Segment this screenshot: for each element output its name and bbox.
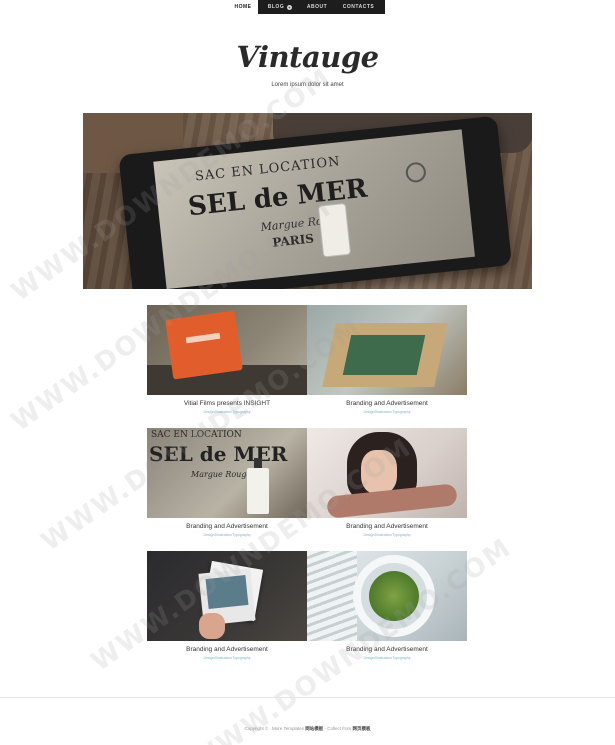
footer-divider [0, 697, 615, 698]
screen-bottle [318, 203, 350, 257]
portfolio-thumbnail[interactable]: SAC EN LOCATION SEL de MER Margue Rouge [147, 428, 307, 518]
portfolio-thumbnail[interactable] [307, 305, 467, 395]
thumb-photo-image [205, 574, 249, 610]
portfolio-categories[interactable]: Design/Illustration/Typography [307, 655, 467, 661]
portfolio-title[interactable]: Branding and Advertisement [147, 522, 307, 531]
top-bar: HOME BLOG + ABOUT CONTACTS [0, 0, 615, 14]
portfolio-title[interactable]: Vitial Films presents INSIGHT [147, 399, 307, 408]
footer-collect: - Collect from [324, 726, 353, 731]
hero-image: SAC EN LOCATION SEL de MER Margue Rouge … [83, 113, 532, 289]
footer-copyright: Copyright © . More Templates [244, 726, 304, 731]
nav-about[interactable]: ABOUT [302, 0, 332, 14]
portfolio-item: Branding and Advertisement Design/Illust… [307, 551, 467, 661]
thumb-face [361, 450, 397, 494]
portfolio-categories[interactable]: Design/Illustration/Typography [307, 409, 467, 415]
portfolio-categories[interactable]: Design/Illustration/Typography [147, 409, 307, 415]
portfolio-title[interactable]: Branding and Advertisement [147, 645, 307, 654]
portfolio-categories[interactable]: Design/Illustration/Typography [307, 532, 467, 538]
nav-blog[interactable]: BLOG + [258, 0, 302, 14]
screen-text-4: PARIS [271, 231, 315, 250]
tablet-screen: SAC EN LOCATION SEL de MER Margue Rouge … [153, 129, 475, 289]
site-logo[interactable]: Vintauge [0, 40, 615, 74]
nav-blog-label: BLOG [267, 4, 285, 10]
portfolio-categories[interactable]: Design/Illustration/Typography [147, 655, 307, 661]
portfolio-item: Vitial Films presents INSIGHT Design/Ill… [147, 305, 307, 415]
portfolio-item: Branding and Advertisement Design/Illust… [307, 428, 467, 538]
nav-contacts[interactable]: CONTACTS [332, 0, 385, 14]
nav-home[interactable]: HOME [228, 0, 258, 14]
thumb-text-3: Margue Rouge [191, 470, 252, 479]
portfolio-item: Branding and Advertisement Design/Illust… [147, 551, 307, 661]
thumb-orange-book [165, 310, 243, 380]
portfolio-item: Branding and Advertisement Design/Illust… [307, 305, 467, 415]
thumb-hand [199, 613, 225, 639]
portfolio-categories[interactable]: Design/Illustration/Typography [147, 532, 307, 538]
portfolio-title[interactable]: Branding and Advertisement [307, 645, 467, 654]
site-tagline: Lorem ipsum dolor sit amet [271, 82, 344, 88]
thumb-green-cards [342, 335, 426, 375]
portfolio-thumbnail[interactable] [147, 305, 307, 395]
thumb-garden [369, 571, 419, 621]
portfolio-thumbnail[interactable] [307, 551, 467, 641]
footer-link-templates[interactable]: 网站模板 [305, 726, 323, 731]
thumb-bottle [247, 458, 269, 514]
footer: Copyright © . More Templates 网站模板 - Coll… [0, 726, 615, 732]
plus-icon: + [287, 4, 293, 10]
thumb-text-2: SEL de MER [149, 442, 288, 466]
portfolio-item: SAC EN LOCATION SEL de MER Margue Rouge … [147, 428, 307, 538]
portfolio-title[interactable]: Branding and Advertisement [307, 399, 467, 408]
main-nav: HOME BLOG + ABOUT CONTACTS [228, 0, 385, 14]
portfolio-thumbnail[interactable] [307, 428, 467, 518]
stamp-icon [404, 161, 427, 184]
thumb-stairs [307, 551, 357, 641]
portfolio-title[interactable]: Branding and Advertisement [307, 522, 467, 531]
footer-link-source[interactable]: 网页模板 [353, 726, 371, 731]
thumb-text-1: SAC EN LOCATION [151, 430, 242, 440]
portfolio-thumbnail[interactable] [147, 551, 307, 641]
